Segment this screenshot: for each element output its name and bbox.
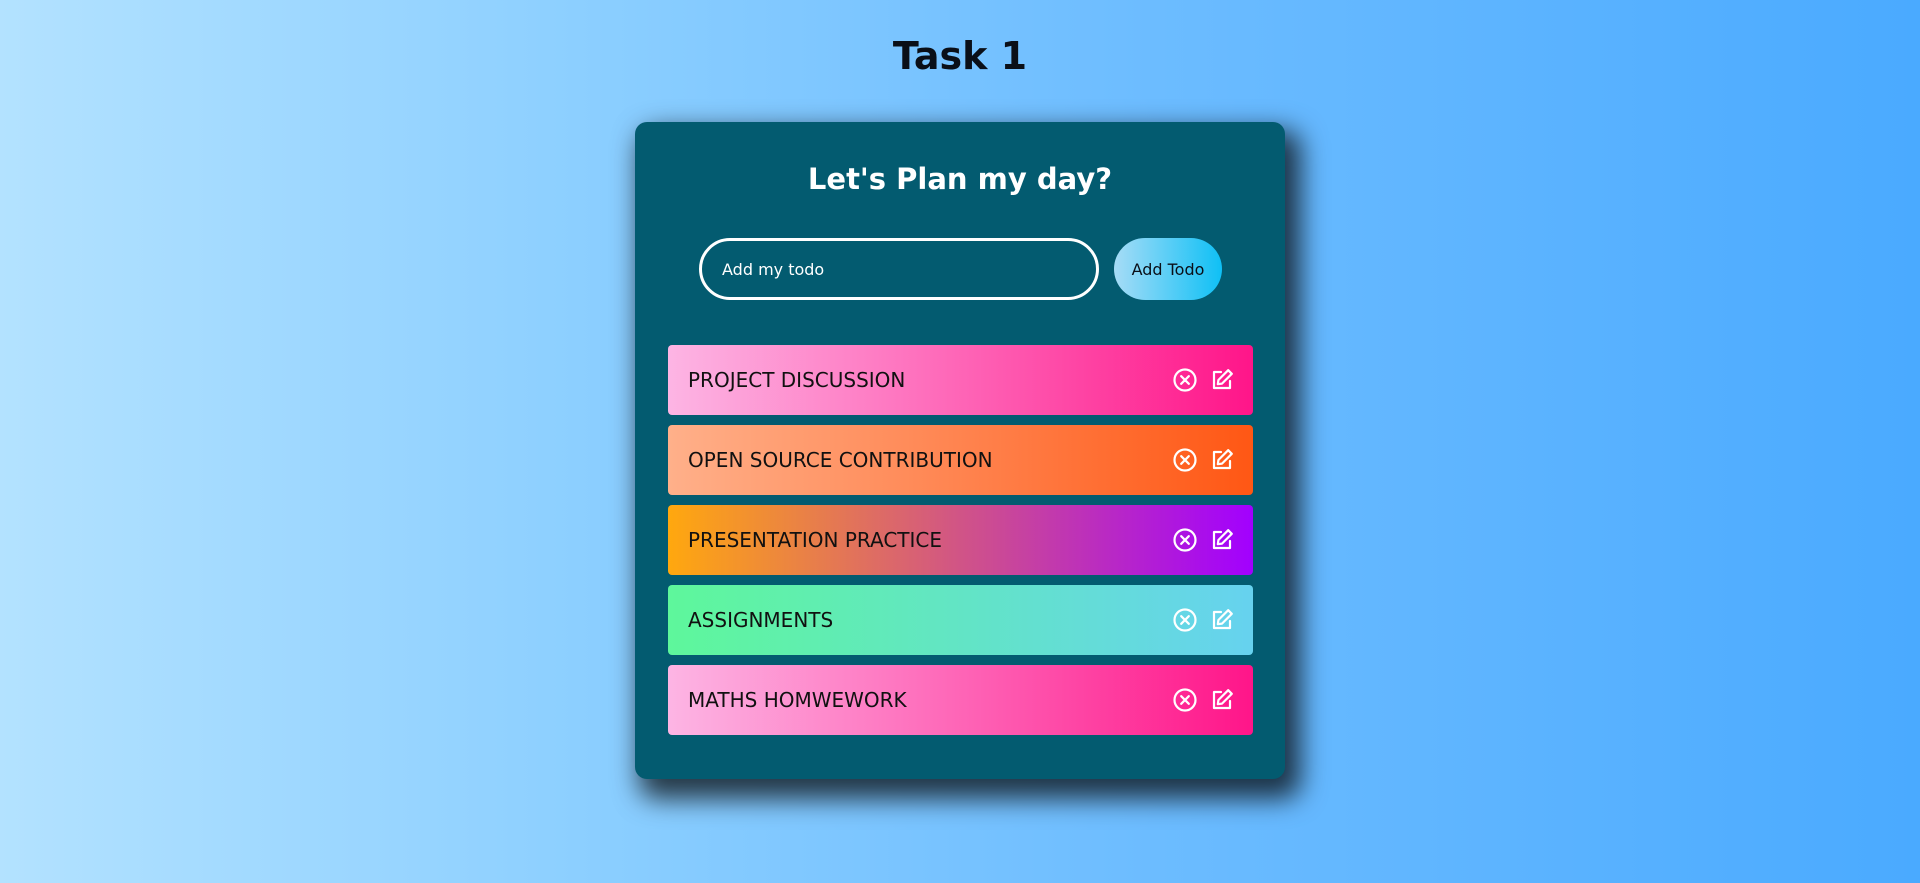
todo-item: PRESENTATION PRACTICE bbox=[668, 505, 1253, 575]
todo-item: OPEN SOURCE CONTRIBUTION bbox=[668, 425, 1253, 495]
page-title: Task 1 bbox=[892, 34, 1028, 78]
card-title: Let's Plan my day? bbox=[807, 162, 1113, 196]
todo-item: MATHS HOMWEWORK bbox=[668, 665, 1253, 735]
edit-icon[interactable] bbox=[1209, 607, 1235, 633]
todo-item-actions bbox=[1161, 527, 1235, 553]
delete-icon[interactable] bbox=[1172, 687, 1198, 713]
delete-icon[interactable] bbox=[1172, 447, 1198, 473]
delete-icon[interactable] bbox=[1172, 607, 1198, 633]
edit-icon[interactable] bbox=[1209, 687, 1235, 713]
todo-card: Let's Plan my day? Add Todo PROJECT DISC… bbox=[635, 122, 1285, 779]
delete-icon[interactable] bbox=[1172, 367, 1198, 393]
todo-item-actions bbox=[1161, 447, 1235, 473]
todo-item: PROJECT DISCUSSION bbox=[668, 345, 1253, 415]
edit-icon[interactable] bbox=[1209, 447, 1235, 473]
todo-list: PROJECT DISCUSSION OPEN SOURCE CONTRIBUT… bbox=[668, 345, 1253, 745]
delete-icon[interactable] bbox=[1172, 527, 1198, 553]
edit-icon[interactable] bbox=[1209, 367, 1235, 393]
todo-item-label: MATHS HOMWEWORK bbox=[688, 688, 907, 712]
add-todo-button[interactable]: Add Todo bbox=[1114, 238, 1222, 300]
todo-item-label: OPEN SOURCE CONTRIBUTION bbox=[688, 448, 993, 472]
todo-item-label: ASSIGNMENTS bbox=[688, 608, 834, 632]
todo-item-actions bbox=[1161, 607, 1235, 633]
edit-icon[interactable] bbox=[1209, 527, 1235, 553]
todo-item-label: PRESENTATION PRACTICE bbox=[688, 528, 943, 552]
todo-item-label: PROJECT DISCUSSION bbox=[688, 368, 906, 392]
todo-input[interactable] bbox=[699, 238, 1099, 300]
todo-item-actions bbox=[1161, 687, 1235, 713]
todo-item: ASSIGNMENTS bbox=[668, 585, 1253, 655]
todo-item-actions bbox=[1161, 367, 1235, 393]
